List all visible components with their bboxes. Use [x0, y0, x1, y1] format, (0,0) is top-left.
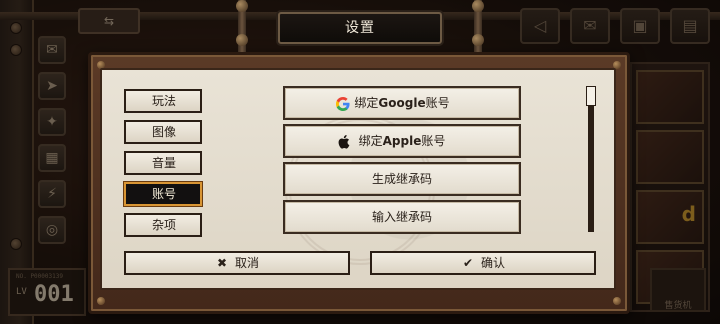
cancel-label: 取消 [234, 256, 259, 270]
generate-transfer-code-button[interactable]: 生成继承码 [283, 162, 521, 196]
rivet [613, 297, 621, 305]
tab-gameplay[interactable]: 玩法 [124, 89, 202, 113]
bind-google-label: 绑定Google账号 [354, 88, 449, 118]
rivet [97, 297, 105, 305]
bind-apple-button[interactable]: 绑定Apple账号 [283, 124, 521, 158]
close-icon: ✖ [216, 256, 228, 270]
page-title: 设置 [345, 20, 375, 36]
label-brand: Google [378, 96, 426, 110]
label-brand: Apple [382, 134, 422, 148]
scrollbar-track[interactable] [588, 86, 594, 232]
bind-google-button[interactable]: 绑定Google账号 [283, 86, 521, 120]
label-prefix: 绑定 [354, 96, 379, 110]
enter-transfer-code-button[interactable]: 输入继承码 [283, 200, 521, 234]
enter-transfer-code-label: 输入继承码 [371, 210, 432, 224]
tab-account[interactable]: 账号 [124, 182, 202, 206]
tab-label: 图像 [152, 125, 177, 139]
confirm-label: 确认 [480, 256, 505, 270]
tab-label: 玩法 [152, 94, 177, 108]
tab-volume[interactable]: 音量 [124, 151, 202, 175]
knob [472, 0, 484, 12]
title-post [472, 0, 484, 52]
tab-misc[interactable]: 杂项 [124, 213, 202, 237]
generate-transfer-code-label: 生成继承码 [371, 172, 432, 186]
tab-graphics[interactable]: 图像 [124, 120, 202, 144]
scrollbar-thumb[interactable] [586, 86, 596, 106]
bind-apple-label: 绑定Apple账号 [359, 126, 446, 156]
tab-label: 杂项 [152, 218, 177, 232]
label-suffix: 账号 [425, 96, 450, 110]
knob [472, 34, 484, 46]
label-prefix: 绑定 [358, 134, 383, 148]
tab-label: 账号 [152, 187, 177, 201]
title-post [236, 0, 248, 52]
check-icon: ✔ [462, 256, 474, 270]
knob [236, 34, 248, 46]
cancel-button[interactable]: ✖ 取消 [124, 251, 350, 275]
google-icon [335, 96, 351, 112]
apple-icon [335, 134, 351, 150]
label-suffix: 账号 [421, 134, 446, 148]
settings-title-bar: 设置 [278, 12, 442, 44]
confirm-button[interactable]: ✔ 确认 [370, 251, 596, 275]
knob [236, 0, 248, 12]
tab-label: 音量 [152, 156, 177, 170]
